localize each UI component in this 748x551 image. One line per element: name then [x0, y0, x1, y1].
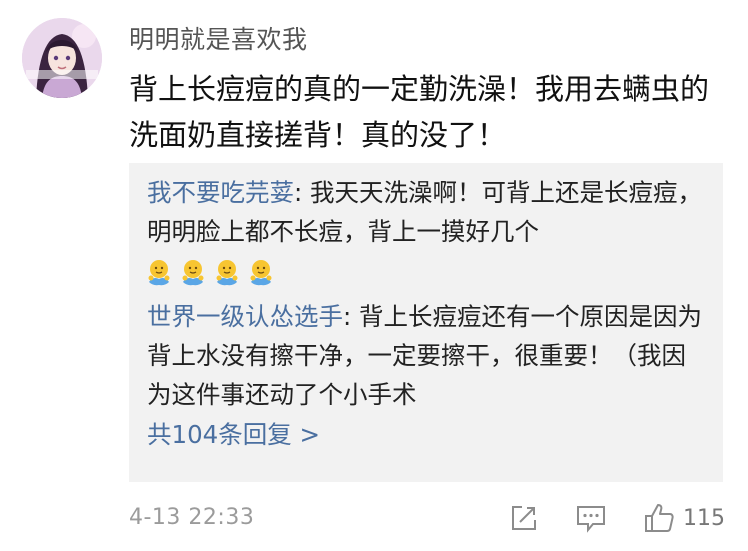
comment-icon: [577, 506, 605, 533]
emoji-row: [147, 251, 707, 295]
reply-item[interactable]: 我不要吃芫荽: 我天天洗澡啊！可背上还是长痘痘，明明脸上都不长痘，背上一摸好几个: [147, 173, 707, 295]
shrug-emoji-icon: [148, 260, 170, 286]
reply-item[interactable]: 世界一级认怂选手: 背上长痘痘还有一个原因是因为背上水没有擦干净，一定要擦干，很…: [147, 297, 707, 414]
replies-panel: 我不要吃芫荽: 我天天洗澡啊！可背上还是长痘痘，明明脸上都不长痘，背上一摸好几个: [129, 163, 723, 482]
shrug-emoji-icon: [182, 260, 204, 286]
reply-author[interactable]: 世界一级认怂选手: [147, 302, 343, 331]
like-count: 115: [683, 505, 725, 531]
thumbs-up-icon: [645, 504, 674, 532]
reply-colon: :: [294, 178, 311, 207]
like-button[interactable]: 115: [643, 500, 725, 536]
avatar-image: [22, 18, 102, 98]
avatar[interactable]: [22, 18, 102, 98]
comment-text: 背上长痘痘的真的一定勤洗澡！我用去螨虫的洗面奶直接搓背！真的没了！: [129, 72, 710, 152]
shrug-emoji-icon: [216, 260, 238, 286]
username[interactable]: 明明就是喜欢我: [129, 20, 308, 56]
shrug-emoji-icon: [250, 260, 272, 286]
share-button[interactable]: [509, 500, 539, 536]
reply-colon: :: [343, 302, 360, 331]
share-icon: [512, 506, 536, 530]
view-all-replies-link[interactable]: 共104条回复 >: [147, 418, 707, 452]
timestamp: 4-13 22:33: [129, 505, 255, 530]
reply-author[interactable]: 我不要吃芫荽: [147, 178, 294, 207]
comment-button[interactable]: [575, 500, 607, 536]
